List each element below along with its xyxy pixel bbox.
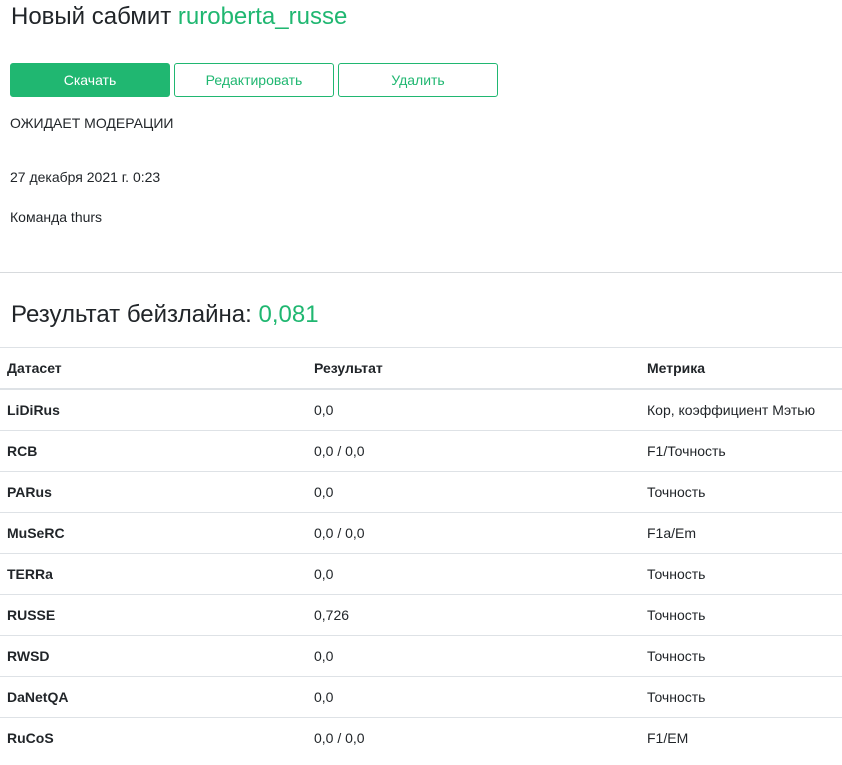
baseline-label: Результат бейзлайна:	[11, 301, 252, 328]
result-cell: 0,0 / 0,0	[307, 717, 640, 758]
table-header-row: Датасет Результат Метрика	[0, 347, 842, 390]
page-title-prefix: Новый сабмит	[11, 3, 172, 30]
team-name: Команда thurs	[10, 209, 103, 225]
metric-cell: Точность	[640, 635, 842, 677]
dataset-cell: PARus	[0, 471, 307, 513]
dataset-cell: TERRa	[0, 553, 307, 595]
dataset-cell: LiDiRus	[0, 388, 307, 431]
result-cell: 0,0	[307, 553, 640, 595]
table-row: PARus 0,0 Точность	[0, 471, 842, 513]
dataset-cell: RUSSE	[0, 594, 307, 636]
table-row: RCB 0,0 / 0,0 F1/Точность	[0, 430, 842, 472]
submission-date: 27 декабря 2021 г. 0:23	[10, 169, 161, 185]
section-divider	[0, 272, 842, 273]
baseline-result-title: Результат бейзлайна: 0,081	[11, 300, 319, 330]
dataset-cell: RCB	[0, 430, 307, 472]
table-row: RuCoS 0,0 / 0,0 F1/EM	[0, 717, 842, 758]
result-cell: 0,0	[307, 388, 640, 431]
table-row: TERRa 0,0 Точность	[0, 553, 842, 595]
result-cell: 0,0	[307, 471, 640, 513]
result-cell: 0,0	[307, 635, 640, 677]
result-cell: 0,0 / 0,0	[307, 512, 640, 554]
action-buttons: Скачать Редактировать Удалить	[10, 63, 498, 97]
column-header-dataset: Датасет	[0, 347, 307, 390]
submission-name: ruroberta_russe	[177, 3, 348, 30]
metric-cell: F1a/Em	[640, 512, 842, 554]
dataset-cell: RWSD	[0, 635, 307, 677]
table-row: RUSSE 0,726 Точность	[0, 594, 842, 636]
result-cell: 0,0 / 0,0	[307, 430, 640, 472]
table-row: RWSD 0,0 Точность	[0, 635, 842, 677]
dataset-cell: MuSeRC	[0, 512, 307, 554]
result-cell: 0,726	[307, 594, 640, 636]
edit-button[interactable]: Редактировать	[174, 63, 334, 97]
metric-cell: Точность	[640, 676, 842, 718]
metric-cell: Кор, коэффициент Мэтью	[640, 388, 842, 431]
moderation-status: ОЖИДАЕТ МОДЕРАЦИИ	[10, 115, 174, 131]
metric-cell: Точность	[640, 594, 842, 636]
download-button[interactable]: Скачать	[10, 63, 170, 97]
result-cell: 0,0	[307, 676, 640, 718]
metric-cell: Точность	[640, 553, 842, 595]
table-row: MuSeRC 0,0 / 0,0 F1a/Em	[0, 512, 842, 554]
dataset-cell: RuCoS	[0, 717, 307, 758]
dataset-cell: DaNetQA	[0, 676, 307, 718]
column-header-result: Результат	[307, 347, 640, 390]
metric-cell: F1/EM	[640, 717, 842, 758]
delete-button[interactable]: Удалить	[338, 63, 498, 97]
metric-cell: F1/Точность	[640, 430, 842, 472]
results-table: Датасет Результат Метрика LiDiRus 0,0 Ко…	[0, 347, 842, 758]
baseline-value: 0,081	[258, 301, 319, 328]
metric-cell: Точность	[640, 471, 842, 513]
page-title: Новый сабмит ruroberta_russe	[11, 3, 347, 31]
table-row: DaNetQA 0,0 Точность	[0, 676, 842, 718]
column-header-metric: Метрика	[640, 347, 842, 390]
table-row: LiDiRus 0,0 Кор, коэффициент Мэтью	[0, 388, 842, 431]
